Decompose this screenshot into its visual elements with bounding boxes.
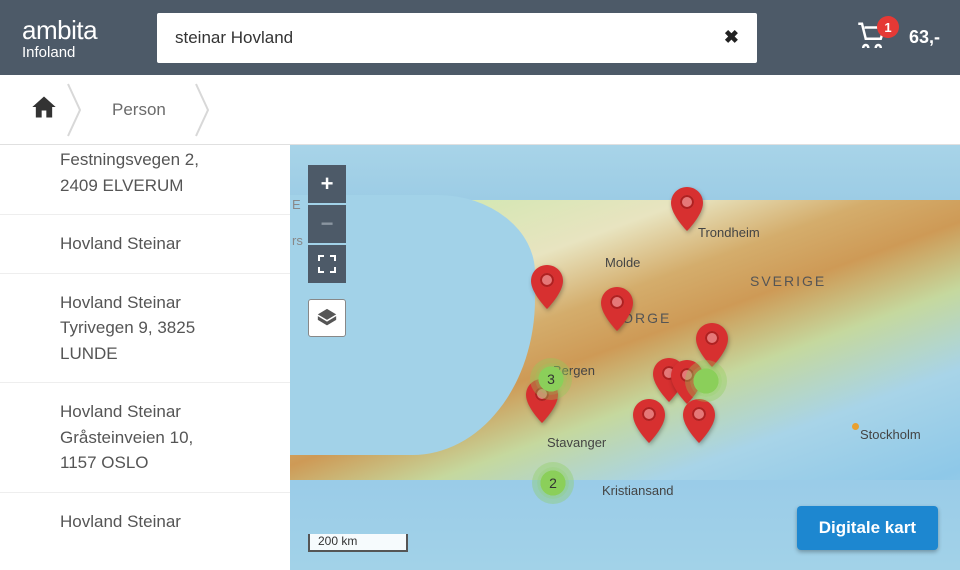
- result-addr-line: 2409 ELVERUM: [60, 173, 270, 199]
- clear-search-icon[interactable]: ✖: [724, 27, 739, 48]
- result-name: Hovland Steinar: [60, 231, 270, 257]
- city-dot: [852, 423, 859, 430]
- country-label: SVERIGE: [750, 273, 826, 289]
- brand-name: ambita: [22, 15, 137, 46]
- list-item[interactable]: Hovland Steinar: [0, 492, 290, 551]
- brand-sub: Infoland: [22, 44, 137, 61]
- cluster-count: 2: [549, 475, 557, 491]
- result-name: Hovland Steinar: [60, 509, 270, 535]
- result-addr-line: Gråsteinveien 10,: [60, 425, 270, 451]
- brand[interactable]: ambita Infoland: [22, 15, 137, 61]
- chevron-right-icon: [66, 80, 84, 140]
- map-pin[interactable]: [682, 399, 716, 443]
- home-icon[interactable]: [30, 94, 58, 125]
- map-pin[interactable]: [632, 399, 666, 443]
- list-item[interactable]: Hovland Steinar: [0, 214, 290, 273]
- result-addr-line: Tyrivegen 9, 3825: [60, 315, 270, 341]
- layers-button[interactable]: [308, 299, 346, 337]
- result-addr-line: 1157 OSLO: [60, 450, 270, 476]
- result-name: Hovland Steinar: [60, 399, 270, 425]
- map-viewport[interactable]: E rs + − Trondheim Molde NORGE SVERIGE B…: [290, 145, 960, 570]
- zoom-in-button[interactable]: +: [308, 165, 346, 203]
- map-cluster[interactable]: 3: [535, 363, 567, 395]
- city-label: Molde: [605, 255, 640, 270]
- result-name: Hovland Steinar: [60, 290, 270, 316]
- map-cluster[interactable]: 2: [537, 467, 569, 499]
- chevron-right-icon: [194, 80, 212, 140]
- result-addr-line: LUNDE: [60, 341, 270, 367]
- list-item[interactable]: Hovland Steinar Tyrivegen 9, 3825 LUNDE: [0, 273, 290, 383]
- breadcrumb-person[interactable]: Person: [92, 100, 186, 120]
- search-box[interactable]: ✖: [157, 13, 757, 63]
- results-list[interactable]: Festningsvegen 2, 2409 ELVERUM Hovland S…: [0, 145, 290, 570]
- cart-count-badge: 1: [877, 16, 899, 38]
- map-scale: 200 km: [308, 534, 408, 552]
- map-cluster[interactable]: [690, 365, 722, 397]
- search-input[interactable]: [175, 28, 724, 48]
- city-label: Stockholm: [860, 427, 921, 442]
- map-pin[interactable]: [530, 265, 564, 309]
- list-item[interactable]: Festningsvegen 2, 2409 ELVERUM: [0, 145, 290, 214]
- map-pin[interactable]: [670, 187, 704, 231]
- cart-icon[interactable]: 1: [857, 22, 887, 53]
- digital-maps-button[interactable]: Digitale kart: [797, 506, 938, 550]
- fullscreen-button[interactable]: [308, 245, 346, 283]
- cluster-count: 3: [547, 371, 555, 387]
- map-pin[interactable]: [600, 287, 634, 331]
- result-addr-line: Festningsvegen 2,: [60, 147, 270, 173]
- map-edge-label: E: [292, 197, 301, 212]
- city-label: Stavanger: [547, 435, 606, 450]
- zoom-out-button[interactable]: −: [308, 205, 346, 243]
- city-label: Trondheim: [698, 225, 760, 240]
- list-item[interactable]: Hovland Steinar Gråsteinveien 10, 1157 O…: [0, 382, 290, 492]
- top-bar: ambita Infoland ✖ 1 63,-: [0, 0, 960, 75]
- main-area: Festningsvegen 2, 2409 ELVERUM Hovland S…: [0, 145, 960, 570]
- map-controls: + −: [308, 165, 346, 337]
- map-edge-label: rs: [292, 233, 303, 248]
- breadcrumb-bar: Person: [0, 75, 960, 145]
- cart-area[interactable]: 1 63,-: [857, 22, 940, 53]
- cart-price: 63,-: [909, 27, 940, 48]
- map-sea: [290, 145, 960, 200]
